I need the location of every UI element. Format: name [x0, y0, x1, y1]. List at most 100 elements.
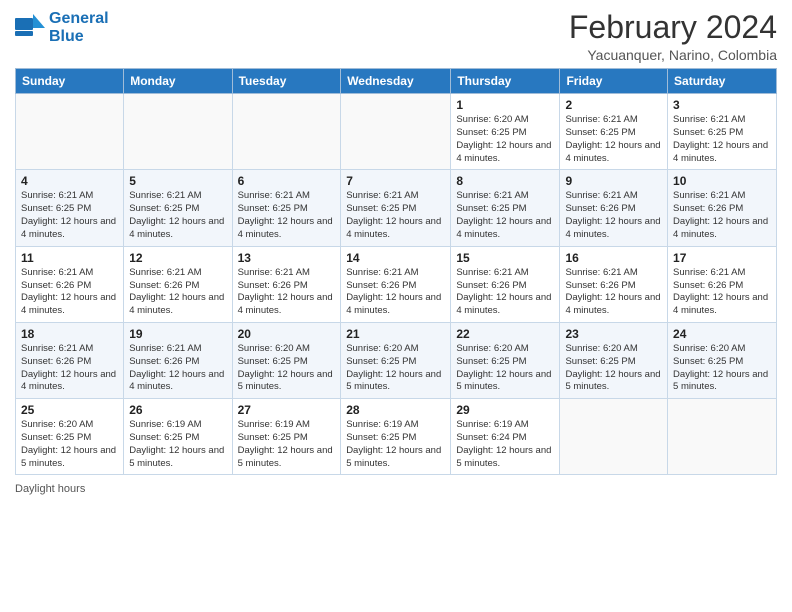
day-number: 1: [456, 98, 554, 112]
calendar-cell: 28 Sunrise: 6:19 AM Sunset: 6:25 PM Dayli…: [341, 399, 451, 475]
day-info: Sunrise: 6:19 AM Sunset: 6:25 PM Dayligh…: [238, 419, 336, 470]
title-block: February 2024 Yacuanquer, Narino, Colomb…: [569, 10, 777, 63]
calendar-week-row: 25 Sunrise: 6:20 AM Sunset: 6:25 PM Dayli…: [16, 399, 777, 475]
day-number: 6: [238, 174, 336, 188]
day-number: 15: [456, 251, 554, 265]
day-info: Sunrise: 6:21 AM Sunset: 6:26 PM Dayligh…: [129, 267, 226, 318]
day-number: 17: [673, 251, 771, 265]
day-info: Sunrise: 6:21 AM Sunset: 6:25 PM Dayligh…: [238, 190, 336, 241]
calendar-cell: 22 Sunrise: 6:20 AM Sunset: 6:25 PM Dayli…: [451, 322, 560, 398]
calendar-cell: 24 Sunrise: 6:20 AM Sunset: 6:25 PM Dayli…: [668, 322, 777, 398]
calendar-week-row: 11 Sunrise: 6:21 AM Sunset: 6:26 PM Dayli…: [16, 246, 777, 322]
logo: General Blue: [15, 10, 109, 45]
day-number: 21: [346, 327, 445, 341]
day-info: Sunrise: 6:21 AM Sunset: 6:26 PM Dayligh…: [673, 190, 771, 241]
calendar-cell: 14 Sunrise: 6:21 AM Sunset: 6:26 PM Dayli…: [341, 246, 451, 322]
calendar-cell: 10 Sunrise: 6:21 AM Sunset: 6:26 PM Dayli…: [668, 170, 777, 246]
day-header-tuesday: Tuesday: [232, 69, 341, 94]
day-number: 20: [238, 327, 336, 341]
calendar-cell: 18Sunrise: 6:21 AM Sunset: 6:26 PM Dayli…: [16, 322, 124, 398]
subtitle: Yacuanquer, Narino, Colombia: [569, 47, 777, 63]
calendar-cell: [341, 94, 451, 170]
day-number: 3: [673, 98, 771, 112]
day-info: Sunrise: 6:21 AM Sunset: 6:26 PM Dayligh…: [238, 267, 336, 318]
day-header-sunday: Sunday: [16, 69, 124, 94]
day-number: 9: [565, 174, 662, 188]
calendar-cell: 12 Sunrise: 6:21 AM Sunset: 6:26 PM Dayli…: [124, 246, 232, 322]
calendar-cell: 20 Sunrise: 6:20 AM Sunset: 6:25 PM Dayli…: [232, 322, 341, 398]
day-number: 19: [129, 327, 226, 341]
calendar-cell: 4 Sunrise: 6:21 AM Sunset: 6:25 PM Daylig…: [16, 170, 124, 246]
day-number: 14: [346, 251, 445, 265]
day-number: 29: [456, 403, 554, 417]
calendar-cell: 3 Sunrise: 6:21 AM Sunset: 6:25 PM Daylig…: [668, 94, 777, 170]
day-number: 10: [673, 174, 771, 188]
day-info: Sunrise: 6:21 AM Sunset: 6:25 PM Dayligh…: [456, 190, 554, 241]
day-number: 12: [129, 251, 226, 265]
day-info: Sunrise: 6:20 AM Sunset: 6:25 PM Dayligh…: [238, 343, 336, 394]
day-info: Sunrise: 6:21 AM Sunset: 6:25 PM Dayligh…: [565, 114, 662, 165]
calendar-cell: [16, 94, 124, 170]
calendar-cell: 7 Sunrise: 6:21 AM Sunset: 6:25 PM Daylig…: [341, 170, 451, 246]
calendar-cell: 25 Sunrise: 6:20 AM Sunset: 6:25 PM Dayli…: [16, 399, 124, 475]
day-info: Sunrise: 6:19 AM Sunset: 6:25 PM Dayligh…: [346, 419, 445, 470]
calendar-cell: 26 Sunrise: 6:19 AM Sunset: 6:25 PM Dayli…: [124, 399, 232, 475]
day-info: Sunrise: 6:21 AM Sunset: 6:25 PM Dayligh…: [21, 190, 118, 241]
day-number: 8: [456, 174, 554, 188]
calendar-cell: 19 Sunrise: 6:21 AM Sunset: 6:26 PM Dayli…: [124, 322, 232, 398]
calendar-week-row: 4 Sunrise: 6:21 AM Sunset: 6:25 PM Daylig…: [16, 170, 777, 246]
day-number: 7: [346, 174, 445, 188]
day-info: Sunrise: 6:20 AM Sunset: 6:25 PM Dayligh…: [565, 343, 662, 394]
day-number: 4: [21, 174, 118, 188]
logo-icon: [15, 14, 45, 42]
calendar-cell: 13 Sunrise: 6:21 AM Sunset: 6:26 PM Dayli…: [232, 246, 341, 322]
day-info: Sunrise: 6:20 AM Sunset: 6:25 PM Dayligh…: [456, 114, 554, 165]
day-number: 27: [238, 403, 336, 417]
day-info: Sunrise: 6:21 AM Sunset: 6:26 PM Dayligh…: [129, 343, 226, 394]
calendar-cell: [668, 399, 777, 475]
day-info: Sunrise: 6:21 AM Sunset: 6:26 PM Dayligh…: [21, 267, 118, 318]
calendar-cell: [232, 94, 341, 170]
day-info: Sunrise: 6:19 AM Sunset: 6:24 PM Dayligh…: [456, 419, 554, 470]
calendar-cell: 16 Sunrise: 6:21 AM Sunset: 6:26 PM Dayli…: [560, 246, 668, 322]
day-info: Sunrise: 6:20 AM Sunset: 6:25 PM Dayligh…: [456, 343, 554, 394]
day-info: Sunrise: 6:20 AM Sunset: 6:25 PM Dayligh…: [673, 343, 771, 394]
day-number: 23: [565, 327, 662, 341]
day-header-wednesday: Wednesday: [341, 69, 451, 94]
day-number: 22: [456, 327, 554, 341]
calendar-header-row: SundayMondayTuesdayWednesdayThursdayFrid…: [16, 69, 777, 94]
calendar-cell: 11 Sunrise: 6:21 AM Sunset: 6:26 PM Dayli…: [16, 246, 124, 322]
calendar-table: SundayMondayTuesdayWednesdayThursdayFrid…: [15, 68, 777, 475]
day-header-thursday: Thursday: [451, 69, 560, 94]
daylight-label: Daylight hours: [15, 483, 85, 495]
page: General Blue February 2024 Yacuanquer, N…: [0, 0, 792, 612]
day-number: 18: [21, 327, 118, 341]
day-info: Sunrise: 6:21 AM Sunset: 6:25 PM Dayligh…: [129, 190, 226, 241]
calendar-cell: 2Sunrise: 6:21 AM Sunset: 6:25 PM Daylig…: [560, 94, 668, 170]
day-number: 24: [673, 327, 771, 341]
day-info: Sunrise: 6:20 AM Sunset: 6:25 PM Dayligh…: [21, 419, 118, 470]
calendar-week-row: 1 Sunrise: 6:20 AM Sunset: 6:25 PM Daylig…: [16, 94, 777, 170]
day-number: 28: [346, 403, 445, 417]
day-header-friday: Friday: [560, 69, 668, 94]
day-info: Sunrise: 6:21 AM Sunset: 6:26 PM Dayligh…: [565, 267, 662, 318]
day-number: 11: [21, 251, 118, 265]
day-info: Sunrise: 6:21 AM Sunset: 6:25 PM Dayligh…: [346, 190, 445, 241]
day-number: 13: [238, 251, 336, 265]
calendar-cell: 23 Sunrise: 6:20 AM Sunset: 6:25 PM Dayli…: [560, 322, 668, 398]
calendar-cell: 21Sunrise: 6:20 AM Sunset: 6:25 PM Dayli…: [341, 322, 451, 398]
day-info: Sunrise: 6:21 AM Sunset: 6:26 PM Dayligh…: [565, 190, 662, 241]
day-info: Sunrise: 6:21 AM Sunset: 6:26 PM Dayligh…: [456, 267, 554, 318]
day-info: Sunrise: 6:21 AM Sunset: 6:26 PM Dayligh…: [346, 267, 445, 318]
day-number: 5: [129, 174, 226, 188]
day-info: Sunrise: 6:19 AM Sunset: 6:25 PM Dayligh…: [129, 419, 226, 470]
day-number: 26: [129, 403, 226, 417]
day-number: 25: [21, 403, 118, 417]
legend: Daylight hours: [15, 483, 777, 495]
day-info: Sunrise: 6:21 AM Sunset: 6:25 PM Dayligh…: [673, 114, 771, 165]
calendar-cell: 17 Sunrise: 6:21 AM Sunset: 6:26 PM Dayli…: [668, 246, 777, 322]
day-number: 16: [565, 251, 662, 265]
day-header-saturday: Saturday: [668, 69, 777, 94]
day-info: Sunrise: 6:21 AM Sunset: 6:26 PM Dayligh…: [673, 267, 771, 318]
calendar-week-row: 18 Sunrise: 6:21 AM Sunset: 6:26 PM Dayli…: [16, 322, 777, 398]
